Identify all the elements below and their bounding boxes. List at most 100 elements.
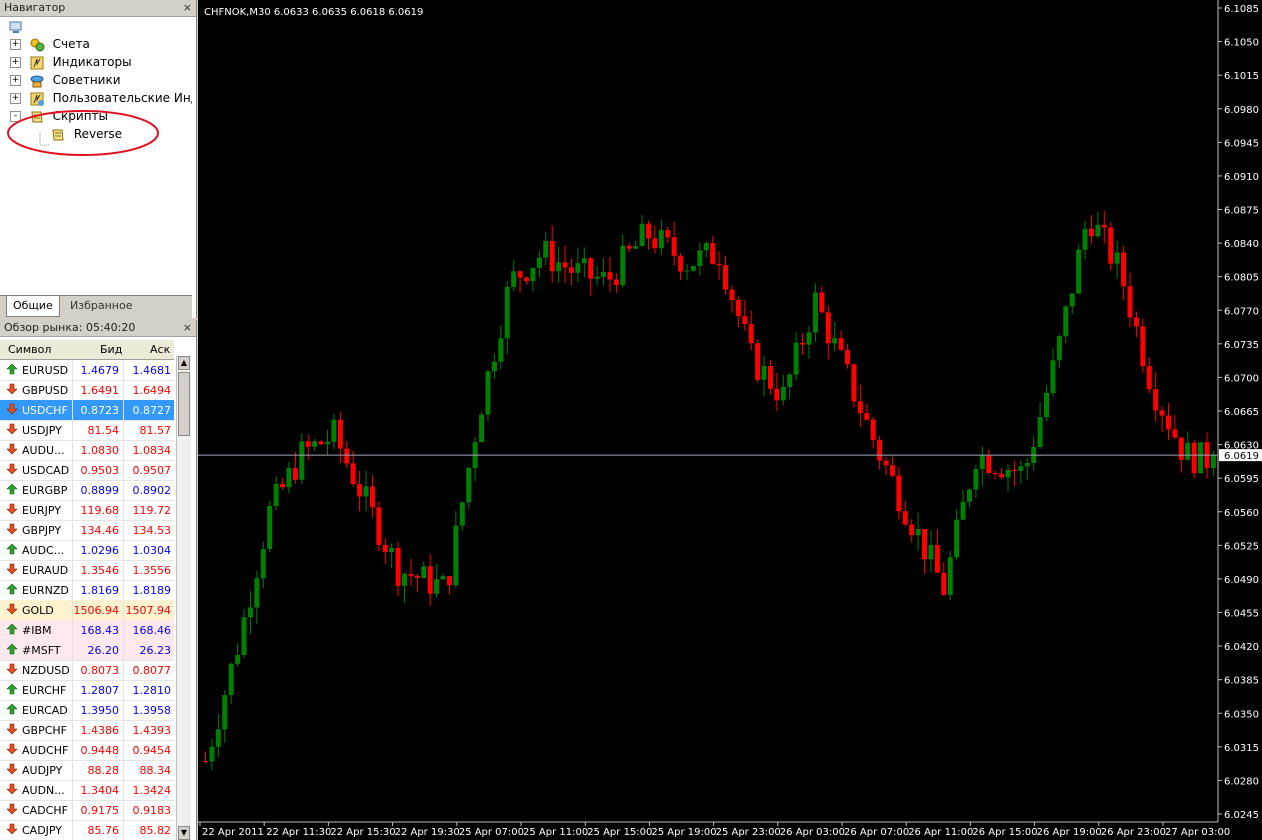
candle-body (1056, 336, 1062, 361)
scroll-down-button[interactable]: ▼ (178, 826, 190, 840)
navigator-close-button[interactable]: × (183, 0, 192, 16)
row-ask: 1.0834 (132, 444, 172, 457)
candle-body (318, 441, 324, 445)
row-symbol: NZDUSD (22, 664, 70, 677)
market-row-eurnzd[interactable]: EURNZD 1.8169 1.8189 (0, 580, 174, 601)
custom-indicators-icon (30, 92, 44, 106)
tab-favorites[interactable]: Избранное (64, 296, 138, 316)
price-tick-label: 6.0350 (1224, 709, 1259, 720)
candle-body (215, 729, 221, 747)
row-divider (123, 360, 124, 380)
candle-body (1198, 442, 1204, 474)
row-divider (72, 560, 73, 580)
row-divider (123, 540, 124, 560)
market-row-cadjpy[interactable]: CADJPY 85.76 85.82 (0, 820, 174, 840)
row-symbol: AUDJPY (22, 764, 63, 777)
candle-body (857, 401, 863, 414)
expander-icon[interactable]: + (10, 93, 21, 104)
candle-body (787, 374, 793, 387)
candle-body (588, 258, 594, 279)
arrow-down-icon (6, 563, 18, 575)
candle-body (363, 486, 369, 497)
market-watch-scrollbar[interactable]: ▲ ▼ (176, 356, 191, 840)
market-row-audc[interactable]: AUDC... 1.0296 1.0304 (0, 540, 174, 561)
expander-icon[interactable]: + (10, 75, 21, 86)
market-row-eurjpy[interactable]: EURJPY 119.68 119.72 (0, 500, 174, 521)
row-ask: 26.23 (139, 644, 172, 657)
market-row-cadchf[interactable]: CADCHF 0.9175 0.9183 (0, 800, 174, 821)
candle-body (954, 519, 960, 558)
candle-body (652, 238, 658, 249)
market-row-eurcad[interactable]: EURCAD 1.3950 1.3958 (0, 700, 174, 721)
price-tick-label: 6.1085 (1224, 4, 1259, 15)
market-row-eurchf[interactable]: EURCHF 1.2807 1.2810 (0, 680, 174, 701)
tree-item-label: Пользовательские Индик (52, 91, 192, 105)
candle-body (697, 250, 703, 267)
market-watch-close-button[interactable]: × (183, 320, 192, 336)
tree-item-label: Reverse (73, 127, 123, 141)
tree-item-reverse[interactable]: Reverse (50, 125, 122, 143)
row-ask: 1.3958 (132, 704, 172, 717)
market-row-usdchf[interactable]: USDCHF 0.8723 0.8727 (0, 400, 174, 421)
candle-body (299, 441, 305, 480)
row-divider (72, 760, 73, 780)
price-tick-label: 6.0490 (1224, 575, 1259, 586)
market-row-nzdusd[interactable]: NZDUSD 0.8073 0.8077 (0, 660, 174, 681)
expander-icon[interactable]: - (10, 111, 21, 122)
candle-body (639, 223, 645, 246)
candle-body (209, 746, 215, 762)
scroll-up-button[interactable]: ▲ (178, 356, 190, 370)
row-divider (123, 660, 124, 680)
tree-item-custom-indicators[interactable]: + Пользовательские Индик (10, 89, 192, 107)
row-divider (72, 500, 73, 520)
expander-icon[interactable]: + (10, 39, 21, 50)
market-row-ibm[interactable]: #IBM 168.43 168.46 (0, 620, 174, 641)
tree-item-scripts[interactable]: - Скрипты (10, 107, 108, 125)
candle-body (524, 277, 529, 282)
market-row-usdjpy[interactable]: USDJPY 81.54 81.57 (0, 420, 174, 441)
market-row-msft[interactable]: #MSFT 26.20 26.23 (0, 640, 174, 661)
candle-body (491, 361, 497, 372)
market-row-gbpchf[interactable]: GBPCHF 1.4386 1.4393 (0, 720, 174, 741)
price-chart[interactable]: 6.1085 6.1050 6.1015 6.0980 6.0945 6.0910 6.08… (198, 0, 1262, 840)
column-bid[interactable]: Бид (100, 343, 122, 356)
candle-body (1121, 252, 1127, 287)
row-divider (72, 360, 73, 380)
arrow-up-icon (6, 703, 18, 715)
tree-root[interactable] (8, 17, 24, 35)
market-row-gbpusd[interactable]: GBPUSD 1.6491 1.6494 (0, 380, 174, 401)
candle-body (812, 292, 818, 333)
row-symbol: GBPUSD (22, 384, 69, 397)
row-symbol: EURCHF (22, 684, 67, 697)
candle-body (241, 617, 247, 655)
candle-body (793, 342, 799, 375)
column-symbol[interactable]: Символ (8, 343, 51, 356)
row-symbol: CADCHF (22, 804, 68, 817)
market-row-euraud[interactable]: EURAUD 1.3546 1.3556 (0, 560, 174, 581)
row-divider (72, 820, 73, 840)
candle-body (684, 270, 690, 272)
scroll-thumb[interactable] (178, 372, 190, 436)
candle-body (1185, 442, 1191, 460)
tree-item-accounts[interactable]: + Счета (10, 35, 90, 53)
candle-body (774, 388, 780, 401)
tab-common[interactable]: Общие (6, 296, 60, 317)
market-row-audu[interactable]: AUDU... 1.0830 1.0834 (0, 440, 174, 461)
market-row-gold[interactable]: GOLD 1506.94 1507.94 (0, 600, 174, 621)
market-row-audjpy[interactable]: AUDJPY 88.28 88.34 (0, 760, 174, 781)
expander-icon[interactable]: + (10, 57, 21, 68)
candle-body (986, 455, 992, 474)
tree-item-indicators[interactable]: + Индикаторы (10, 53, 132, 71)
time-tick-label: 26 Apr 19:00 (1037, 827, 1102, 838)
candle-body (267, 505, 273, 550)
market-row-audn[interactable]: AUDN... 1.3404 1.3424 (0, 780, 174, 801)
market-row-eurgbp[interactable]: EURGBP 0.8899 0.8902 (0, 480, 174, 501)
tree-item-experts[interactable]: + Советники (10, 71, 121, 89)
market-row-audchf[interactable]: AUDCHF 0.9448 0.9454 (0, 740, 174, 761)
market-row-gbpjpy[interactable]: GBPJPY 134.46 134.53 (0, 520, 174, 541)
market-row-eurusd[interactable]: EURUSD 1.4679 1.4681 (0, 360, 174, 381)
market-row-usdcad[interactable]: USDCAD 0.9503 0.9507 (0, 460, 174, 481)
candle-body (934, 545, 940, 573)
column-ask[interactable]: Аск (150, 343, 170, 356)
candle-body (748, 324, 754, 344)
